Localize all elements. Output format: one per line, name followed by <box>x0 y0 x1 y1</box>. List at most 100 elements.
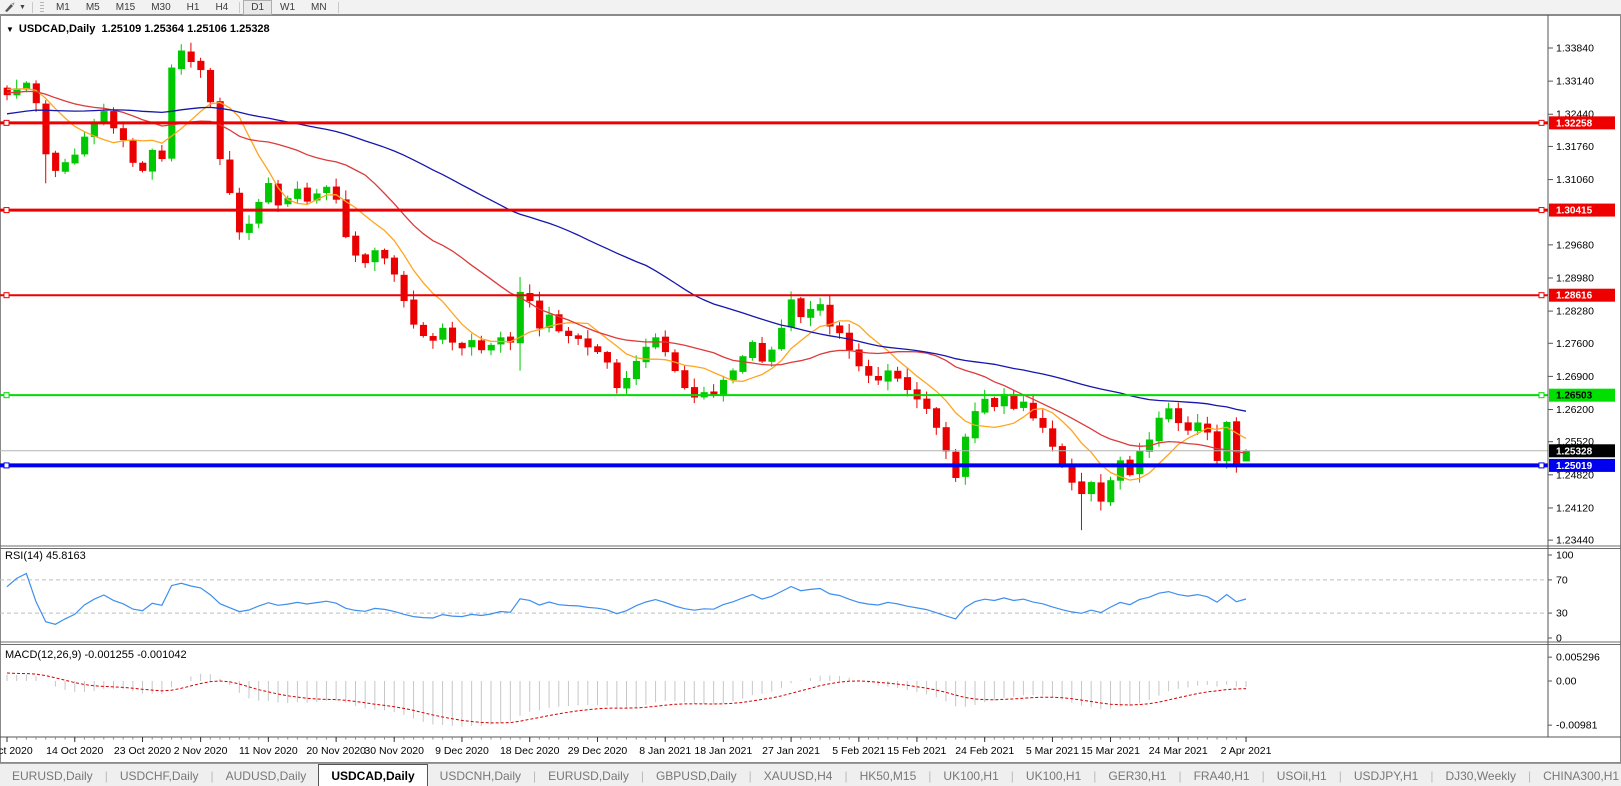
tab-usoil-h1[interactable]: USOil,H1 <box>1265 764 1339 786</box>
price-tag-label: 1.28616 <box>1556 291 1593 302</box>
price-tick-label: 1.29680 <box>1556 239 1594 251</box>
tab-gbpusd-daily[interactable]: GBPUSD,Daily <box>644 764 749 786</box>
rsi-indicator-label: RSI(14) 45.8163 <box>5 550 86 562</box>
toolbar-separator <box>31 1 33 13</box>
tab-xauusd-h4[interactable]: XAUUSD,H4 <box>752 764 845 786</box>
date-tick-label: 14 Oct 2020 <box>46 745 103 757</box>
date-tick-label: 27 Jan 2021 <box>762 745 820 757</box>
rsi-scale-label: 30 <box>1556 608 1568 620</box>
symbol-tab-bar: EURUSD,Daily | USDCHF,Daily | AUDUSD,Daily US… <box>0 763 1621 786</box>
macd-values: -0.001255 -0.001042 <box>84 649 187 661</box>
timeframe-button-m30[interactable]: M30 <box>143 0 178 15</box>
price-tag-label: 1.32258 <box>1556 118 1593 129</box>
price-tick-label: 1.31060 <box>1556 174 1594 186</box>
date-tick-label: 24 Feb 2021 <box>955 745 1014 757</box>
timeframe-button-mn[interactable]: MN <box>303 0 335 15</box>
rsi-scale-label: 70 <box>1556 574 1568 586</box>
tab-ger30-h1[interactable]: GER30,H1 <box>1096 764 1178 786</box>
tab-uk100-h1[interactable]: UK100,H1 <box>931 764 1010 786</box>
date-tick-label: 20 Nov 2020 <box>306 745 366 757</box>
date-tick-label: 8 Jan 2021 <box>639 745 691 757</box>
hline-handle[interactable] <box>3 207 10 214</box>
hline-handle[interactable] <box>1538 462 1545 469</box>
tab-audusd-daily[interactable]: AUDUSD,Daily <box>214 764 319 786</box>
macd-scale-label: 0.00 <box>1556 676 1577 688</box>
date-tick-label: 18 Dec 2020 <box>500 745 560 757</box>
date-tick-label: 29 Dec 2020 <box>568 745 628 757</box>
hline-handle[interactable] <box>3 292 10 299</box>
macd-name: MACD(12,26,9) <box>5 649 82 661</box>
tab-uk100-h1[interactable]: UK100,H1 <box>1014 764 1093 786</box>
hline-handle[interactable] <box>3 462 10 469</box>
timeframe-button-m5[interactable]: M5 <box>78 0 108 15</box>
price-tick-label: 1.33140 <box>1556 76 1594 88</box>
price-tick-label: 1.31760 <box>1556 141 1594 153</box>
hline-handle[interactable] <box>1538 119 1545 126</box>
price-tag-label: 1.26503 <box>1556 391 1593 402</box>
price-tick-label: 1.28280 <box>1556 306 1594 318</box>
rsi-scale-label: 0 <box>1556 633 1562 645</box>
timeframe-button-h4[interactable]: H4 <box>207 0 236 15</box>
crosshair-pen-icon[interactable] <box>0 1 18 13</box>
rsi-value: 45.8163 <box>45 550 86 562</box>
date-tick-label: 18 Jan 2021 <box>694 745 752 757</box>
macd-indicator-label: MACD(12,26,9) -0.001255 -0.001042 <box>5 649 187 661</box>
date-tick-label: 9 Dec 2020 <box>435 745 489 757</box>
tab-usdcad-daily[interactable]: USDCAD,Daily <box>318 764 428 786</box>
chart-window: 1.33840 1.33140 1.32440 1.31760 1.31060 1.296… <box>0 15 1621 763</box>
tab-fra40-h1[interactable]: FRA40,H1 <box>1182 764 1262 786</box>
price-tick-label: 1.23440 <box>1556 535 1594 547</box>
rsi-scale-label: 100 <box>1556 550 1574 562</box>
date-tick-label: 11 Nov 2020 <box>239 745 298 757</box>
toolbar-dropdown-caret[interactable]: ▼ <box>19 4 26 11</box>
chart-title-caret[interactable]: ▼ <box>6 25 14 34</box>
price-tag-label: 1.25328 <box>1556 446 1593 457</box>
date-tick-label: 24 Mar 2021 <box>1149 745 1208 757</box>
tab-china300-h1[interactable]: CHINA300,H1 <box>1531 764 1621 786</box>
hline-handle[interactable] <box>1538 207 1545 214</box>
timeframe-button-d1[interactable]: D1 <box>243 0 273 15</box>
timeframe-button-h1[interactable]: H1 <box>179 0 208 15</box>
date-tick-label: 23 Oct 2020 <box>114 745 171 757</box>
tab-hk50-m15[interactable]: HK50,M15 <box>848 764 929 786</box>
price-tag-label: 1.25019 <box>1556 461 1593 472</box>
hline-handle[interactable] <box>3 392 10 399</box>
hline-handle[interactable] <box>1538 392 1545 399</box>
date-tick-label: 15 Mar 2021 <box>1081 745 1140 757</box>
macd-scale-label: -0.00981 <box>1556 720 1598 732</box>
chart-title: ▼ USDCAD,Daily 1.25109 1.25364 1.25106 1.… <box>6 23 270 35</box>
hline-handle[interactable] <box>3 119 10 126</box>
tab-usdcnh-daily[interactable]: USDCNH,Daily <box>428 764 533 786</box>
rsi-name: RSI(14) <box>5 550 43 562</box>
timeframe-button-m15[interactable]: M15 <box>108 0 143 15</box>
tab-dj30-weekly[interactable]: DJ30,Weekly <box>1433 764 1527 786</box>
price-tag-label: 1.30415 <box>1556 206 1593 217</box>
toolbar-separator <box>239 1 241 13</box>
date-tick-label: 2 Nov 2020 <box>174 745 228 757</box>
price-tick-label: 1.24120 <box>1556 502 1594 514</box>
price-tick-label: 1.28980 <box>1556 272 1594 284</box>
macd-scale-label: 0.005296 <box>1556 652 1600 664</box>
price-tick-label: 1.27600 <box>1556 338 1594 350</box>
tab-usdchf-daily[interactable]: USDCHF,Daily <box>108 764 211 786</box>
chart-symbol: USDCAD,Daily <box>18 23 96 35</box>
tab-usdjpy-h1[interactable]: USDJPY,H1 <box>1342 764 1430 786</box>
date-tick-label: 15 Feb 2021 <box>887 745 946 757</box>
price-tick-label: 1.26900 <box>1556 371 1594 383</box>
hline-handle[interactable] <box>1538 292 1545 299</box>
price-tick-label: 1.26200 <box>1556 404 1594 416</box>
price-chart-canvas[interactable]: 1.338401.331401.324401.317601.310601.296… <box>0 15 1621 763</box>
date-tick-label: 5 Oct 2020 <box>0 745 33 757</box>
timeframe-button-w1[interactable]: W1 <box>272 0 303 15</box>
toolbar-grip[interactable] <box>39 2 44 12</box>
tab-eurusd-daily[interactable]: EURUSD,Daily <box>0 764 105 786</box>
timeframe-button-m1[interactable]: M1 <box>48 0 78 15</box>
chart-ohlc-values: 1.25109 1.25364 1.25106 1.25328 <box>101 23 270 35</box>
price-tick-label: 1.33840 <box>1556 43 1594 55</box>
date-tick-label: 30 Nov 2020 <box>364 745 424 757</box>
date-tick-label: 2 Apr 2021 <box>1221 745 1272 757</box>
timeframe-toolbar: ▼ M1 M5 M15 M30 H1 H4 D1 W1 MN <box>0 0 1621 15</box>
tab-eurusd-daily[interactable]: EURUSD,Daily <box>536 764 641 786</box>
toolbar-separator <box>337 1 339 13</box>
date-tick-label: 5 Feb 2021 <box>832 745 885 757</box>
